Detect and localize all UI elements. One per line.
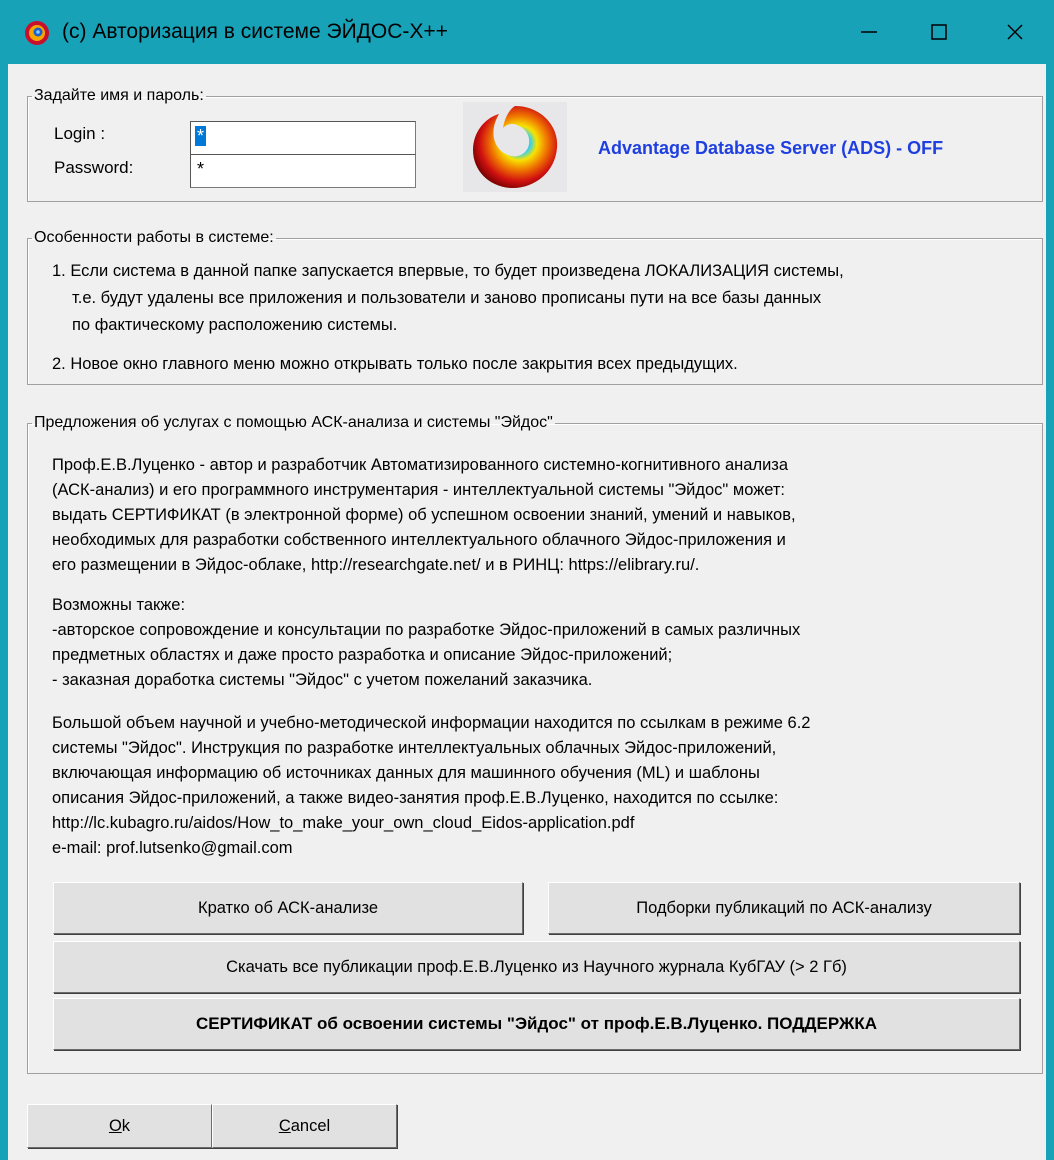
offers-text-line: - заказная доработка системы "Эйдос" с у… <box>52 671 593 689</box>
offers-text-line: включающая информацию об источниках данн… <box>52 764 760 782</box>
window-frame-left <box>0 64 8 1160</box>
minimize-button[interactable] <box>838 0 900 64</box>
offers-group-legend: Предложения об услугах с помощью АСК-ана… <box>34 414 553 431</box>
offers-text-line: его размещении в Эйдос-облаке, http://re… <box>52 556 700 574</box>
maximize-icon <box>931 24 947 40</box>
feature-item-2: 2. Новое окно главного меню можно открыв… <box>52 355 738 373</box>
offers-paragraph-3: Большой объем научной и учебно-методичес… <box>52 711 810 861</box>
maximize-button[interactable] <box>908 0 970 64</box>
offers-paragraph-1: Проф.Е.В.Луценко - автор и разработчик А… <box>52 453 796 578</box>
offers-text-line: описания Эйдос-приложений, а также видео… <box>52 789 779 807</box>
ads-status-text: Advantage Database Server (ADS) - OFF <box>598 138 944 158</box>
login-label: Login : <box>54 124 106 143</box>
offers-text-line: (АСК-анализ) и его программного инструме… <box>52 481 786 499</box>
window-frame-right <box>1046 64 1054 1160</box>
password-input-value: * <box>197 159 205 179</box>
download-publications-button[interactable]: Скачать все публикации проф.Е.В.Луценко … <box>53 941 1020 993</box>
eidos-logo-icon <box>25 21 49 45</box>
credentials-group-legend: Задайте имя и пароль: <box>34 87 204 104</box>
email-text[interactable]: e-mail: prof.lutsenko@gmail.com <box>52 836 810 861</box>
offers-text-line: выдать СЕРТИФИКАТ (в электронной форме) … <box>52 506 796 524</box>
offers-text-line: системы "Эйдос". Инструкция по разработк… <box>52 739 777 757</box>
feature-item-1-line: 1. Если система в данной папке запускает… <box>52 262 844 280</box>
minimize-icon <box>861 31 877 33</box>
offers-text-line: Проф.Е.В.Луценко - автор и разработчик А… <box>52 456 789 474</box>
feature-item-1-line: т.е. будут удалены все приложения и поль… <box>72 289 822 307</box>
offers-text-line: необходимых для разработки собственного … <box>52 531 786 549</box>
login-input[interactable]: * <box>190 121 416 155</box>
password-input[interactable]: * <box>190 154 416 188</box>
offers-text-line: Возможны также: <box>52 596 186 614</box>
ok-label-rest: k <box>121 1116 131 1135</box>
url-link[interactable]: http://lc.kubagro.ru/aidos/How_to_make_y… <box>52 811 810 836</box>
offers-text-line: Большой объем научной и учебно-методичес… <box>52 714 811 732</box>
close-icon <box>1007 24 1023 40</box>
close-button[interactable] <box>984 0 1046 64</box>
ok-button[interactable]: Ok <box>27 1104 212 1148</box>
offers-paragraph-2: Возможны также: -авторское сопровождение… <box>52 593 800 693</box>
cancel-label-rest: ancel <box>290 1116 331 1135</box>
ok-accelerator: O <box>108 1116 122 1135</box>
cancel-accelerator: C <box>278 1116 291 1135</box>
window-title: (c) Авторизация в системе ЭЙДОС-X++ <box>62 20 448 43</box>
certificate-support-button[interactable]: СЕРТИФИКАТ об освоении системы "Эйдос" о… <box>53 998 1020 1050</box>
feature-item-1-line: по фактическому расположению системы. <box>72 316 398 334</box>
publication-collections-button[interactable]: Подборки публикаций по АСК-анализу <box>548 882 1020 934</box>
login-input-value: * <box>195 126 207 146</box>
cancel-button[interactable]: Cancel <box>212 1104 397 1148</box>
password-label: Password: <box>54 158 134 177</box>
offers-text-line: предметных областях и даже просто разраб… <box>52 646 673 664</box>
features-group-legend: Особенности работы в системе: <box>34 229 274 246</box>
offers-text-line: -авторское сопровождение и консультации … <box>52 621 801 639</box>
feature-item-1: 1. Если система в данной папке запускает… <box>52 258 844 339</box>
title-bar: (c) Авторизация в системе ЭЙДОС-X++ <box>0 0 1054 64</box>
brief-ask-analysis-button[interactable]: Кратко об АСК-анализе <box>53 882 523 934</box>
eidos-logo-image <box>463 102 567 192</box>
